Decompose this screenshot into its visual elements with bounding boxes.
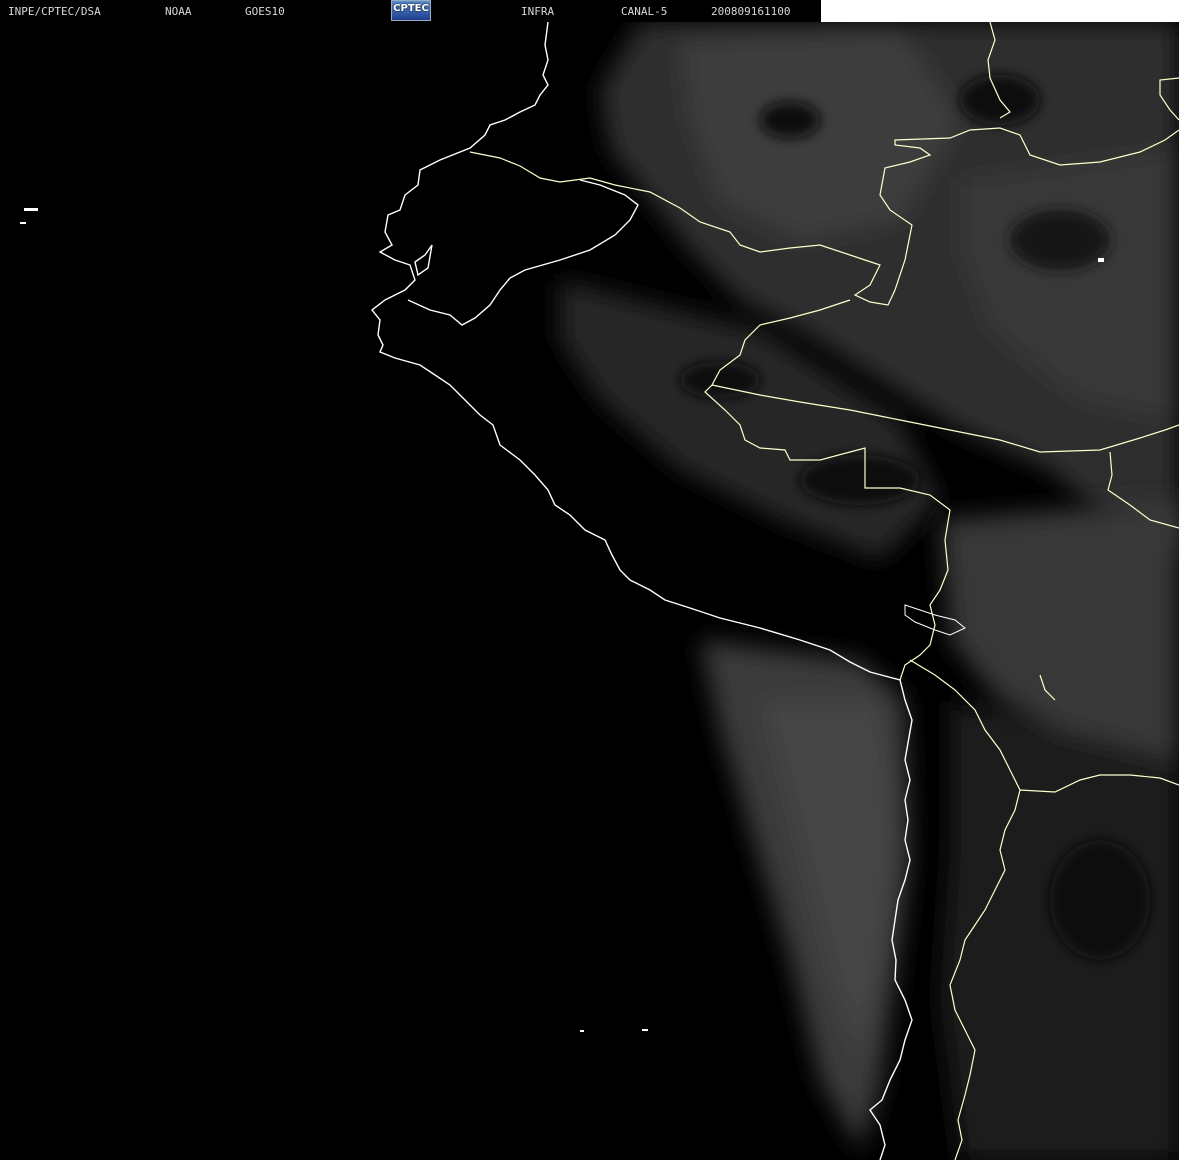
source-label: INPE/CPTEC/DSA — [8, 5, 101, 18]
product-label: INFRA — [521, 5, 555, 18]
datetime-label: 200809161100 — [711, 5, 791, 18]
image-header-bar: INPE/CPTEC/DSA NOAA GOES10 CPTEC INFRA C… — [0, 0, 1179, 22]
cloud-cover-east — [940, 500, 1179, 1160]
logo-text: CPTEC — [393, 3, 429, 14]
header-blank-area — [821, 0, 1179, 22]
cptec-logo-icon: CPTEC — [391, 0, 431, 21]
satellite-label: GOES10 — [245, 5, 285, 18]
satellite-image-map — [0, 22, 1179, 1160]
channel-label: CANAL-5 — [621, 5, 668, 18]
agency-label: NOAA — [165, 5, 192, 18]
